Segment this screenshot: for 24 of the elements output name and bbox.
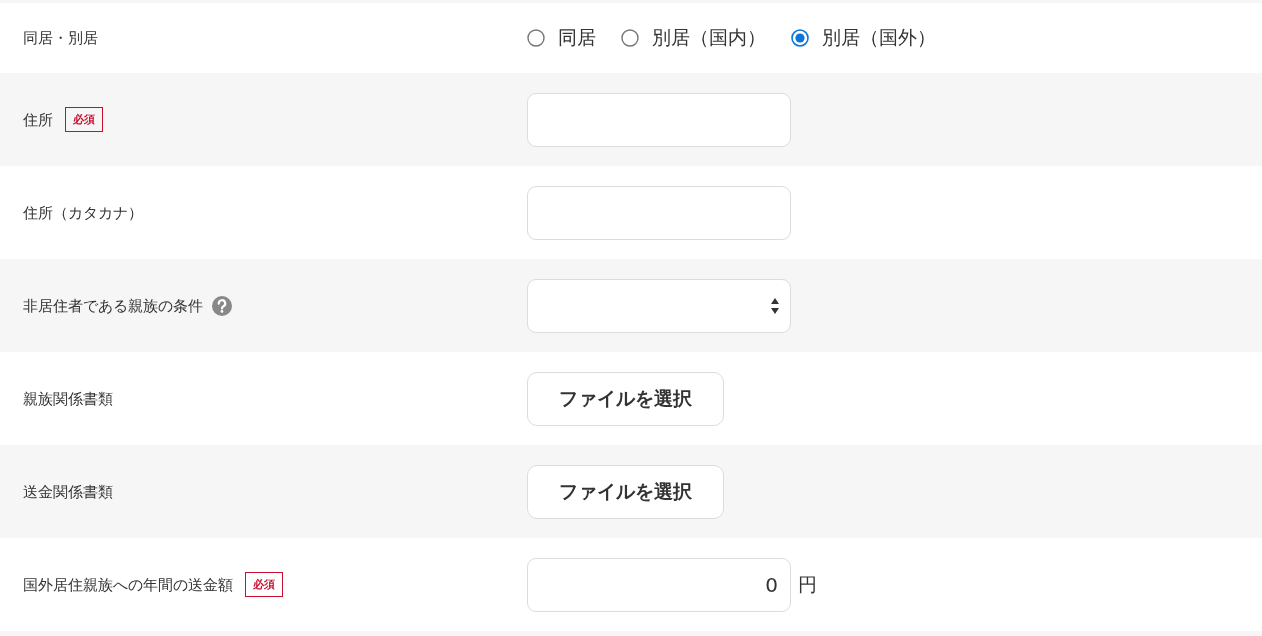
field-label: 送金関係書類 <box>23 481 113 502</box>
radio-button-icon[interactable] <box>621 29 639 47</box>
radio-button-icon[interactable] <box>527 29 545 47</box>
required-badge: 必須 <box>245 572 283 597</box>
field-label: 同居・別居 <box>23 28 98 48</box>
field-label: 非居住者である親族の条件 <box>23 295 203 316</box>
select-field[interactable] <box>527 278 791 333</box>
help-icon[interactable] <box>212 295 232 316</box>
choose-file-button[interactable]: ファイルを選択 <box>527 464 724 519</box>
up-down-arrows-icon <box>771 297 779 314</box>
radio-button-icon[interactable] <box>791 29 809 47</box>
field-label: 住所（カタカナ） <box>23 202 143 223</box>
required-badge: 必須 <box>65 107 103 132</box>
unit-label: 円 <box>798 571 817 597</box>
field-label: 国外居住親族への年間の送金額 <box>23 574 233 595</box>
field-label: 親族関係書類 <box>23 388 113 409</box>
text-field[interactable] <box>527 92 791 147</box>
amount-field[interactable]: 0 <box>527 557 791 612</box>
text-field[interactable] <box>527 185 791 240</box>
choose-file-button[interactable]: ファイルを選択 <box>527 371 724 426</box>
field-label: 住所 <box>23 109 53 130</box>
radio-option[interactable]: 別居（国内） <box>621 25 766 51</box>
radio-option[interactable]: 別居（国外） <box>791 25 936 51</box>
radio-option[interactable]: 同居 <box>527 25 596 51</box>
